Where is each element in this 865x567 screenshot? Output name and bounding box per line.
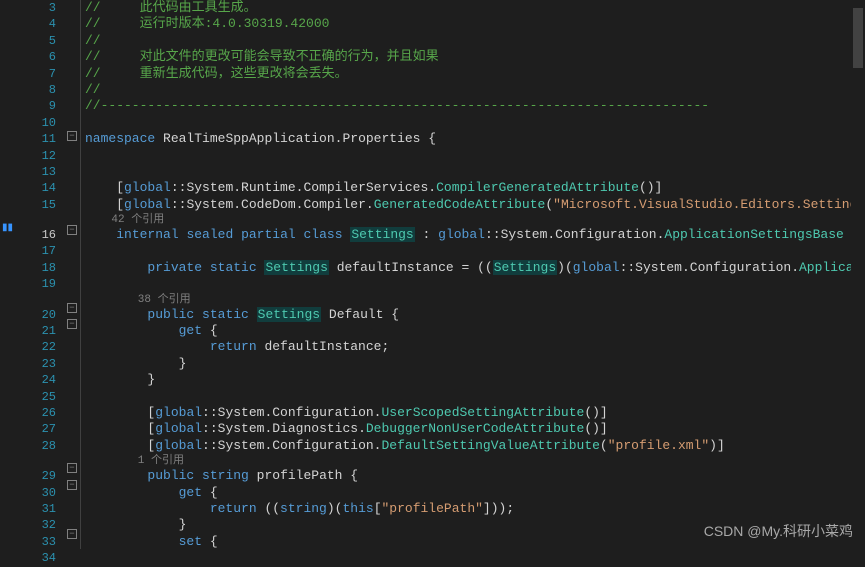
- code-editor: ▮▮ 3456789101112131415 16171819 2021222324…: [0, 0, 865, 549]
- line-number[interactable]: 15: [18, 197, 56, 213]
- codelens-references[interactable]: 42 个引用: [81, 213, 865, 227]
- code-line[interactable]: // 重新生成代码，这些更改将会丢失。: [81, 66, 865, 82]
- code-line[interactable]: [81, 148, 865, 164]
- line-number[interactable]: 30: [18, 485, 56, 501]
- line-number[interactable]: 29: [18, 468, 56, 484]
- line-number[interactable]: 3: [18, 0, 56, 16]
- line-number[interactable]: 24: [18, 372, 56, 388]
- line-number[interactable]: 10: [18, 115, 56, 131]
- code-line[interactable]: [81, 276, 865, 292]
- line-number[interactable]: 11: [18, 131, 56, 147]
- code-line[interactable]: get {: [81, 323, 865, 339]
- code-line[interactable]: [global::System.Configuration.DefaultSet…: [81, 438, 865, 454]
- line-number[interactable]: 16: [18, 227, 56, 243]
- fold-toggle-icon[interactable]: −: [67, 529, 77, 539]
- line-number[interactable]: 7: [18, 66, 56, 82]
- reference-marker-icon[interactable]: ▮▮: [2, 222, 16, 236]
- line-number[interactable]: 18: [18, 260, 56, 276]
- code-line[interactable]: return defaultInstance;: [81, 339, 865, 355]
- line-number[interactable]: 26: [18, 405, 56, 421]
- line-number[interactable]: 13: [18, 164, 56, 180]
- line-number[interactable]: 32: [18, 517, 56, 533]
- line-number[interactable]: 5: [18, 33, 56, 49]
- code-line[interactable]: // 运行时版本:4.0.30319.42000: [81, 16, 865, 32]
- line-number[interactable]: 31: [18, 501, 56, 517]
- code-line[interactable]: namespace RealTimeSppApplication.Propert…: [81, 131, 865, 147]
- fold-toggle-icon[interactable]: −: [67, 131, 77, 141]
- line-number[interactable]: 20: [18, 307, 56, 323]
- vertical-scrollbar[interactable]: [851, 0, 865, 549]
- line-number[interactable]: 19: [18, 276, 56, 292]
- fold-toggle-icon[interactable]: −: [67, 480, 77, 490]
- fold-toggle-icon[interactable]: −: [67, 319, 77, 329]
- code-line[interactable]: }: [81, 372, 865, 388]
- codelens-references[interactable]: 1 个引用: [81, 454, 865, 468]
- line-number[interactable]: 28: [18, 438, 56, 454]
- line-number[interactable]: 12: [18, 148, 56, 164]
- code-line[interactable]: [81, 164, 865, 180]
- code-line[interactable]: get {: [81, 485, 865, 501]
- code-line[interactable]: // 对此文件的更改可能会导致不正确的行为，并且如果: [81, 49, 865, 65]
- line-number[interactable]: 9: [18, 98, 56, 114]
- line-number[interactable]: 33: [18, 534, 56, 550]
- code-line[interactable]: // 此代码由工具生成。: [81, 0, 865, 16]
- code-line[interactable]: [global::System.Runtime.CompilerServices…: [81, 180, 865, 196]
- code-line[interactable]: [81, 389, 865, 405]
- line-number[interactable]: 22: [18, 339, 56, 355]
- fold-toggle-icon[interactable]: −: [67, 463, 77, 473]
- code-line[interactable]: //: [81, 82, 865, 98]
- line-number[interactable]: 25: [18, 389, 56, 405]
- fold-toggle-icon[interactable]: −: [67, 303, 77, 313]
- code-content[interactable]: // 此代码由工具生成。// 运行时版本:4.0.30319.42000////…: [80, 0, 865, 549]
- line-number[interactable]: 17: [18, 243, 56, 259]
- code-line[interactable]: private static Settings defaultInstance …: [81, 260, 865, 276]
- code-line[interactable]: [81, 115, 865, 131]
- code-line[interactable]: [81, 243, 865, 259]
- line-number[interactable]: 34: [18, 550, 56, 566]
- line-number[interactable]: 23: [18, 356, 56, 372]
- code-line[interactable]: internal sealed partial class Settings :…: [81, 227, 865, 243]
- code-line[interactable]: public string profilePath {: [81, 468, 865, 484]
- scrollbar-thumb[interactable]: [853, 8, 863, 68]
- code-line[interactable]: }: [81, 356, 865, 372]
- line-number[interactable]: 14: [18, 180, 56, 196]
- code-line[interactable]: [global::System.Diagnostics.DebuggerNonU…: [81, 421, 865, 437]
- code-line[interactable]: return ((string)(this["profilePath"]));: [81, 501, 865, 517]
- line-number[interactable]: 8: [18, 82, 56, 98]
- fold-toggle-icon[interactable]: −: [67, 225, 77, 235]
- line-number[interactable]: 6: [18, 49, 56, 65]
- line-number[interactable]: 27: [18, 421, 56, 437]
- code-line[interactable]: [global::System.CodeDom.Compiler.Generat…: [81, 197, 865, 213]
- codelens-references[interactable]: 38 个引用: [81, 293, 865, 307]
- watermark-text: CSDN @My.科研小菜鸡: [704, 521, 853, 541]
- line-number[interactable]: 4: [18, 16, 56, 32]
- line-number-gutter[interactable]: 3456789101112131415161718192021222324252…: [18, 0, 66, 549]
- marker-margin: ▮▮: [0, 0, 18, 549]
- fold-margin[interactable]: − − − − − − −: [66, 0, 80, 549]
- code-line[interactable]: [global::System.Configuration.UserScoped…: [81, 405, 865, 421]
- code-line[interactable]: public static Settings Default {: [81, 307, 865, 323]
- code-line[interactable]: //--------------------------------------…: [81, 98, 865, 114]
- line-number[interactable]: 21: [18, 323, 56, 339]
- code-line[interactable]: //: [81, 33, 865, 49]
